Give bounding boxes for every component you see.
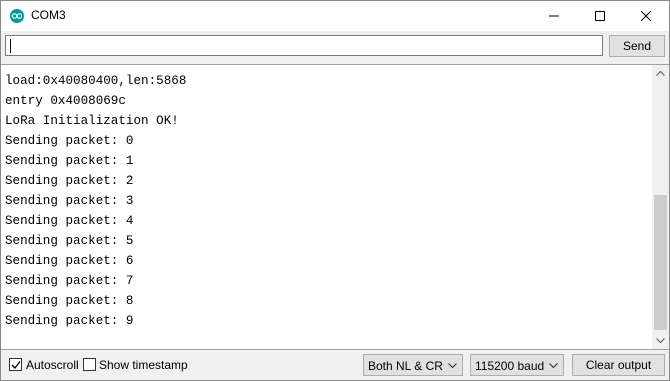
serial-output-text: load:0x40080400,len:5868 entry 0x4008069c… (5, 71, 186, 331)
output-line: Sending packet: 9 (5, 314, 134, 328)
close-button[interactable] (623, 1, 669, 31)
serial-monitor-window: COM3 Send load:0x40080400,len:5868 entry … (0, 0, 670, 381)
output-line: Sending packet: 0 (5, 134, 134, 148)
output-line: LoRa Initialization OK! (5, 114, 179, 128)
close-icon (641, 11, 651, 21)
output-line: Sending packet: 2 (5, 174, 134, 188)
output-line: Sending packet: 5 (5, 234, 134, 248)
minimize-button[interactable] (531, 1, 577, 31)
chevron-down-icon (549, 363, 558, 368)
chevron-down-icon (656, 338, 665, 343)
scroll-down-button[interactable] (652, 332, 669, 349)
output-line: Sending packet: 6 (5, 254, 134, 268)
autoscroll-checkbox[interactable] (9, 358, 22, 371)
text-caret (10, 39, 11, 53)
chevron-up-icon (656, 71, 665, 76)
send-button[interactable]: Send (609, 35, 665, 57)
title-bar[interactable]: COM3 (1, 1, 669, 31)
output-line: load:0x40080400,len:5868 (5, 74, 187, 88)
window-title: COM3 (31, 8, 66, 22)
clear-output-button[interactable]: Clear output (572, 354, 665, 376)
baud-rate-select[interactable]: 115200 baud (470, 354, 564, 376)
output-line: Sending packet: 1 (5, 154, 134, 168)
output-line: Sending packet: 3 (5, 194, 134, 208)
checkmark-icon (11, 361, 21, 370)
arduino-logo-icon (10, 9, 24, 23)
show-timestamp-checkbox[interactable] (83, 358, 96, 371)
output-line: Sending packet: 8 (5, 294, 134, 308)
chevron-down-icon (448, 363, 457, 368)
serial-output-area[interactable]: load:0x40080400,len:5868 entry 0x4008069c… (1, 64, 669, 350)
send-input[interactable] (5, 35, 603, 56)
scroll-thumb[interactable] (654, 195, 667, 330)
autoscroll-label[interactable]: Autoscroll (26, 358, 79, 372)
baud-rate-value: 115200 baud (475, 359, 545, 373)
minimize-icon (549, 15, 559, 17)
output-line: Sending packet: 4 (5, 214, 134, 228)
maximize-icon (595, 11, 605, 21)
output-line: entry 0x4008069c (5, 94, 126, 108)
vertical-scrollbar[interactable] (652, 65, 669, 349)
line-ending-select[interactable]: Both NL & CR (363, 354, 463, 376)
line-ending-value: Both NL & CR (368, 359, 443, 373)
scroll-up-button[interactable] (652, 65, 669, 82)
show-timestamp-label[interactable]: Show timestamp (99, 358, 188, 372)
maximize-button[interactable] (577, 1, 623, 31)
output-line: Sending packet: 7 (5, 274, 134, 288)
